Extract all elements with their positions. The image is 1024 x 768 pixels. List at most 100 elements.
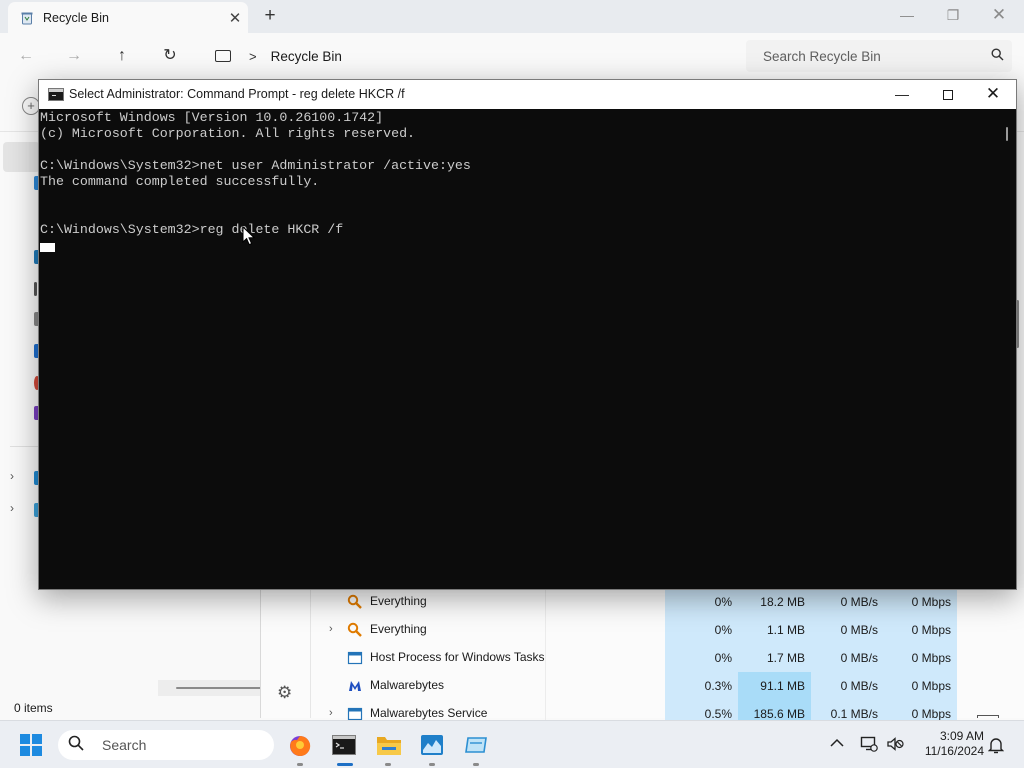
expand-chevron-icon[interactable]: › [329,623,333,635]
firefox-icon [290,735,311,756]
explorer-navbar: ← → ↑ ↻ > Recycle Bin [0,33,1024,79]
column-separator [545,616,546,644]
explorer-close-button[interactable]: ✕ [976,3,1022,29]
chevron-right-icon[interactable]: › [10,469,14,483]
expand-chevron-icon[interactable]: › [329,707,333,719]
console-line: C:\Windows\System32>reg delete HKCR /f [40,222,344,237]
cmd-close-button[interactable]: ✕ [970,80,1016,109]
everything-icon [347,622,362,637]
disk-cell: 0 MB/s [811,672,884,700]
maximize-icon [943,90,953,101]
command-prompt-window[interactable]: Select Administrator: Command Prompt - r… [38,79,1017,590]
tab-close-icon[interactable]: ✕ [222,9,248,27]
taskbar-app-command-prompt[interactable] [324,730,364,768]
taskbar-app-pinned[interactable] [456,730,496,768]
start-button[interactable] [20,734,42,756]
cpu-cell: 0% [665,616,738,644]
app-active-indicator [337,763,353,766]
process-name: Host Process for Windows Tasks [370,650,545,664]
search-input[interactable] [763,48,982,64]
breadcrumb[interactable]: Recycle Bin [271,49,342,64]
everything-icon [347,594,362,609]
sidebar-divider [10,446,40,447]
status-item-count: 0 items [14,701,53,715]
network-cell: 0 Mbps [884,672,957,700]
windows-logo-tile [20,746,30,756]
task-manager-icon [421,735,443,755]
explorer-maximize-button[interactable]: ❐ [930,3,976,29]
cmd-titlebar[interactable]: Select Administrator: Command Prompt - r… [39,80,1016,109]
windows-logo-tile [32,746,42,756]
navigation-pane: › › [0,132,40,692]
address-bar[interactable]: > Recycle Bin [200,40,734,72]
tab-recycle-bin[interactable]: Recycle Bin ✕ [8,2,248,33]
breadcrumb-separator-icon: > [249,48,257,64]
new-tab-button[interactable]: + [258,5,282,29]
windows-logo-icon [20,734,30,744]
process-row[interactable]: › Everything 0% 1.1 MB 0 MB/s 0 Mbps [311,616,957,644]
cmd-minimize-button[interactable]: — [879,80,925,109]
cmd-window-title: Select Administrator: Command Prompt - r… [69,87,405,101]
sidebar-item-selected[interactable] [3,142,40,172]
taskbar-app-file-explorer[interactable] [368,730,408,768]
horizontal-scrollbar[interactable] [158,680,266,696]
explorer-minimize-button[interactable]: — [884,3,930,29]
console-lines: Microsoft Windows [Version 10.0.26100.17… [40,110,999,238]
back-button[interactable]: ← [12,42,40,70]
this-pc-icon [215,50,231,62]
notification-bell-icon[interactable] [988,736,1004,754]
console-cursor-line [40,238,999,254]
console-line: The command completed successfully. [40,174,320,189]
recycle-bin-icon [21,12,33,24]
memory-cell: 1.7 MB [738,644,811,672]
system-clock[interactable]: 3:09 AM 11/16/2024 [912,729,984,759]
command-prompt-icon [332,735,356,755]
app-icon [465,737,487,753]
chevron-right-icon[interactable]: › [10,501,14,515]
app-running-indicator [385,763,391,766]
clock-date: 11/16/2024 [924,744,984,758]
scrollbar-thumb[interactable] [176,687,266,689]
sidebar-item-downloads-icon[interactable] [34,282,37,296]
process-row[interactable]: Everything 0% 18.2 MB 0 MB/s 0 Mbps [311,588,957,616]
show-hidden-icons-chevron-icon[interactable] [830,735,844,751]
up-button[interactable]: ↑ [108,42,136,70]
process-name: Everything [370,622,427,636]
console-line: (c) Microsoft Corporation. All rights re… [40,126,416,141]
cmd-scrollbar-thumb[interactable] [1006,127,1008,141]
taskbar-app-firefox[interactable] [280,730,320,768]
memory-cell: 18.2 MB [738,588,811,616]
text-cursor [40,243,55,252]
search-recycle-bin[interactable] [746,40,1012,72]
cpu-cell: 0% [665,644,738,672]
process-name: Everything [370,594,427,608]
process-row[interactable]: Host Process for Windows Tasks 0% 1.7 MB 0 … [311,644,957,672]
cmd-scrollbar[interactable] [999,109,1016,589]
taskbar-app-task-manager[interactable] [412,730,452,768]
cmd-maximize-button[interactable] [925,80,971,109]
settings-gear-icon[interactable]: ⚙ [277,683,292,703]
tab-title: Recycle Bin [43,10,109,25]
network-cell: 0 Mbps [884,588,957,616]
refresh-button[interactable]: ↻ [156,42,184,70]
network-icon[interactable] [860,735,878,753]
scroll-indicator[interactable] [977,715,999,718]
volume-muted-icon[interactable] [886,735,904,753]
network-cell: 0 Mbps [884,644,957,672]
process-row[interactable]: Malwarebytes 0.3% 91.1 MB 0 MB/s 0 Mbps [311,672,957,700]
memory-cell: 91.1 MB [738,672,811,700]
mouse-pointer-icon [242,226,256,246]
disk-cell: 0 MB/s [811,616,884,644]
search-icon[interactable] [982,48,1012,64]
forward-button[interactable]: → [60,42,88,70]
app-running-indicator [297,763,303,766]
folder-icon [377,737,401,755]
console-output[interactable]: Microsoft Windows [Version 10.0.26100.17… [39,109,999,589]
taskbar-search[interactable]: Search [58,730,274,760]
network-cell: 0 Mbps [884,616,957,644]
windows-logo-tile [32,734,42,744]
app-running-indicator [429,763,435,766]
process-name: Malwarebytes Service [370,706,488,720]
